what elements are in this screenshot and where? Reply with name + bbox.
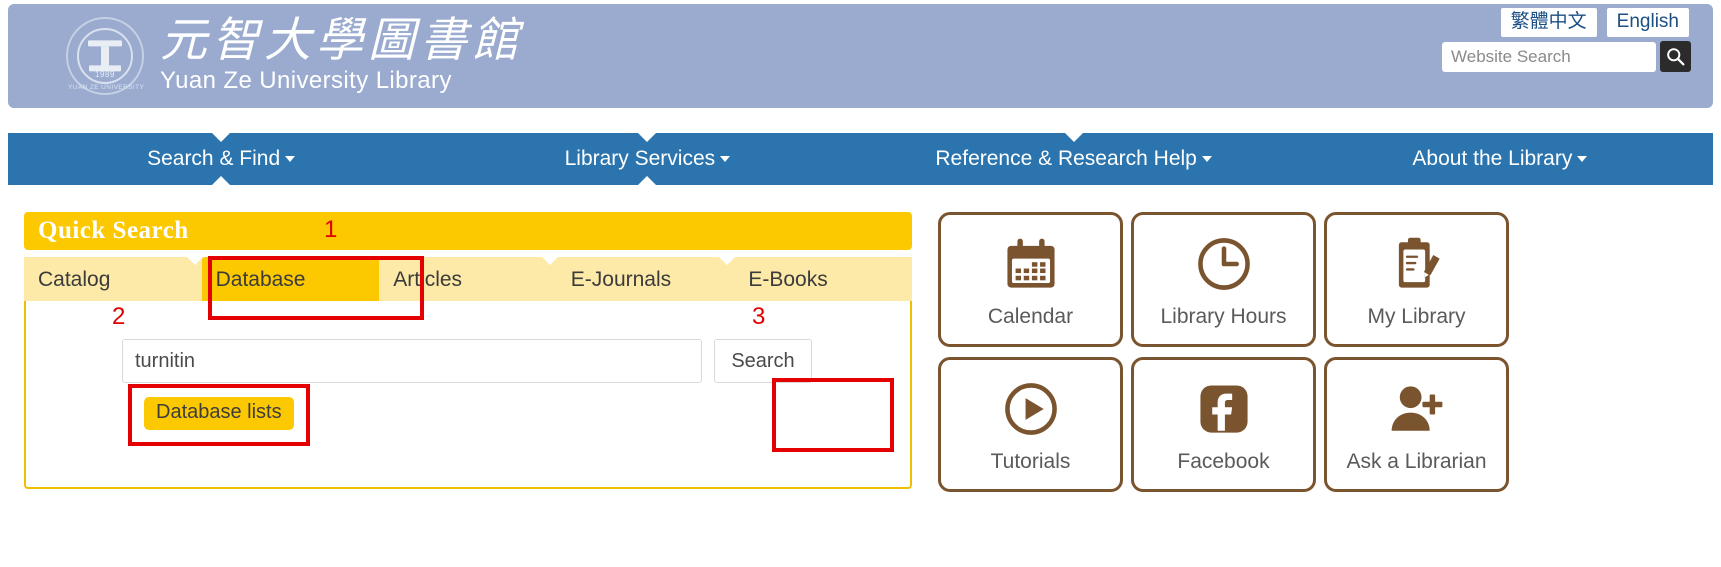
lang-button-english[interactable]: English — [1606, 8, 1689, 37]
quick-search-panel: Quick Search 1 Catalog Database Articles… — [24, 212, 912, 489]
quick-search-title: Quick Search 1 — [24, 212, 912, 250]
tile-tutorials[interactable]: Tutorials — [938, 357, 1123, 492]
annotation-marker-2: 2 — [112, 303, 126, 330]
annotation-marker-1: 1 — [324, 216, 338, 243]
database-lists-button[interactable]: Database lists — [144, 397, 294, 430]
tab-label: Articles — [393, 268, 463, 291]
tab-label: Catalog — [38, 268, 111, 291]
website-search — [1442, 41, 1691, 72]
tile-library-hours[interactable]: Library Hours — [1131, 212, 1316, 347]
chevron-down-icon — [285, 156, 296, 162]
tab-articles[interactable]: Articles — [379, 257, 558, 301]
quick-search-input-row: Search — [122, 339, 812, 383]
library-logo[interactable]: 1989 YUAN ZE UNIVERSITY 元智大學圖書館 Yuan Ze … — [66, 16, 524, 95]
nav-label: Library Services — [564, 147, 716, 170]
nav-notch-icon — [212, 133, 231, 142]
lang-button-chinese[interactable]: 繁體中文 — [1500, 8, 1597, 37]
tab-label: Database — [215, 268, 306, 291]
tab-catalog[interactable]: Catalog — [24, 257, 203, 301]
tile-label: Ask a Librarian — [1346, 449, 1487, 473]
nav-label: Reference & Research Help — [935, 147, 1197, 170]
tab-e-books[interactable]: E-Books — [734, 257, 912, 301]
clock-icon — [1195, 231, 1253, 297]
nav-notch-icon — [1064, 133, 1083, 142]
nav-label: About the Library — [1412, 147, 1573, 170]
chevron-down-icon — [1201, 156, 1212, 162]
seal-year: 1989 — [95, 69, 115, 79]
tile-label: Calendar — [987, 304, 1074, 328]
nav-notch-bottom-icon — [638, 176, 657, 185]
tab-label: E-Books — [748, 268, 828, 291]
nav-item-about-the-library[interactable]: About the Library — [1287, 133, 1713, 185]
tab-notch-icon — [186, 257, 203, 265]
play-circle-icon — [1002, 376, 1060, 442]
clipboard-pencil-icon — [1388, 231, 1446, 297]
tile-ask-a-librarian[interactable]: Ask a Librarian — [1324, 357, 1509, 492]
search-button[interactable]: Search — [714, 339, 812, 383]
tile-label: My Library — [1367, 304, 1466, 328]
language-switcher: 繁體中文 English — [1500, 8, 1689, 37]
tab-e-journals[interactable]: E-Journals — [557, 257, 736, 301]
tab-label: E-Journals — [570, 268, 672, 291]
nav-item-library-services[interactable]: Library Services — [434, 133, 860, 185]
tile-facebook[interactable]: Facebook — [1131, 357, 1316, 492]
university-seal-icon: 1989 YUAN ZE UNIVERSITY — [66, 16, 145, 95]
chevron-down-icon — [720, 156, 731, 162]
website-search-input[interactable] — [1442, 41, 1656, 72]
quick-search-tabs: Catalog Database Articles E-Journals E-B… — [24, 257, 912, 301]
tile-label: Facebook — [1177, 449, 1270, 473]
nav-item-search-find[interactable]: Search & Find — [8, 133, 434, 185]
quick-search-body: 2 3 Search Database lists — [24, 301, 912, 489]
tile-calendar[interactable]: Calendar — [938, 212, 1123, 347]
tile-label: Tutorials — [990, 449, 1071, 473]
tile-my-library[interactable]: My Library — [1324, 212, 1509, 347]
calendar-icon — [1002, 231, 1060, 297]
annotation-marker-3: 3 — [752, 303, 766, 330]
site-title-cn: 元智大學圖書館 — [160, 13, 524, 68]
nav-notch-bottom-icon — [212, 176, 231, 185]
site-header: 1989 YUAN ZE UNIVERSITY 元智大學圖書館 Yuan Ze … — [8, 4, 1713, 108]
seal-ring-text: YUAN ZE UNIVERSITY — [68, 83, 145, 91]
page-root: 1989 YUAN ZE UNIVERSITY 元智大學圖書館 Yuan Ze … — [0, 0, 1721, 567]
site-title-en: Yuan Ze University Library — [160, 67, 452, 95]
tab-database[interactable]: Database — [201, 257, 380, 301]
search-input[interactable] — [122, 339, 702, 383]
chevron-down-icon — [1577, 156, 1588, 162]
website-search-button[interactable] — [1660, 41, 1691, 72]
facebook-icon — [1195, 376, 1253, 442]
nav-item-reference-research-help[interactable]: Reference & Research Help — [861, 133, 1287, 185]
nav-notch-icon — [638, 133, 657, 142]
magnifier-icon — [1667, 48, 1685, 66]
quick-search-title-label: Quick Search — [38, 217, 189, 244]
user-plus-icon — [1388, 376, 1446, 442]
tab-notch-icon — [541, 257, 558, 265]
main-navigation: Search & Find Library Services Reference… — [8, 133, 1713, 185]
tab-notch-icon — [719, 257, 736, 265]
nav-label: Search & Find — [147, 147, 281, 170]
tile-label: Library Hours — [1160, 304, 1287, 328]
quick-links-grid: Calendar Library Hours My Library Tutori… — [938, 212, 1509, 492]
